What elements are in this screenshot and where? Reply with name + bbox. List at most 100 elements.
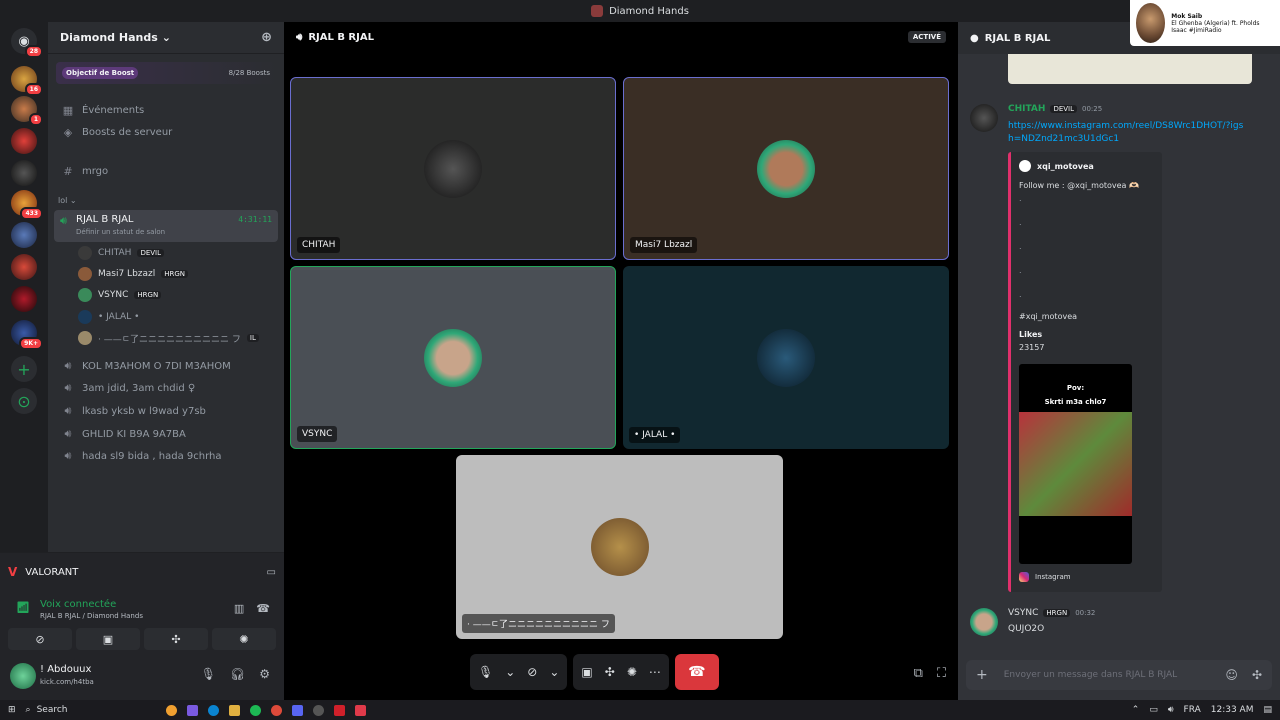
add-member-icon[interactable]: ⊕ (261, 30, 272, 45)
chrome-icon[interactable] (270, 704, 282, 716)
voice-member[interactable]: VSYNC HRGN (78, 286, 162, 304)
discord-icon[interactable] (291, 704, 303, 716)
server-icon[interactable] (11, 286, 37, 312)
microphone-icon[interactable]: 🎙︎ (478, 665, 493, 679)
avatar (757, 139, 815, 198)
chevron-down-icon[interactable]: ⌄ (505, 665, 515, 679)
boost-goal-bar[interactable]: Objectif de Boost 8/28 Boosts (56, 62, 276, 84)
user-info[interactable]: ! Abdouux kick.com/h4tba 🎙︎ 🎧︎ ⚙ (8, 661, 276, 693)
text-channel-mrgo[interactable]: # mrgo (58, 161, 274, 181)
server-icon[interactable] (11, 254, 37, 280)
video-tile-speaking[interactable]: VSYNC (290, 266, 616, 449)
explore-icon[interactable]: ⊙ (11, 388, 37, 414)
video-tile[interactable]: CHITAH (290, 77, 616, 260)
video-tile[interactable]: Masi7 Lbzazl (623, 77, 949, 260)
fullscreen-icon[interactable]: ⛶ (937, 666, 946, 681)
app-icon[interactable] (312, 704, 324, 716)
voice-member[interactable]: Masi7 Lbzazl HRGN (78, 265, 189, 283)
app-icon[interactable] (186, 704, 198, 716)
voice-channel[interactable]: 🔊︎ hada sl9 bida , hada 9chrha (58, 446, 274, 466)
voice-channel-active[interactable]: 🔊︎ RJAL B RJAL Définir un statut de salo… (54, 210, 278, 242)
channel-status[interactable]: Définir un statut de salon (76, 228, 165, 236)
more-icon[interactable]: ⋯ (649, 665, 661, 679)
message-author[interactable]: CHITAH (1008, 104, 1045, 114)
attachment-image[interactable] (1008, 54, 1252, 84)
sidebar-item-boosts[interactable]: ◈ Boosts de serveur (58, 122, 274, 142)
weather-icon[interactable] (165, 704, 177, 716)
game-activity[interactable]: V VALORANT ▭ (8, 561, 276, 583)
voice-status[interactable]: Voix connectée (40, 599, 116, 610)
voice-channel[interactable]: 🔊︎ 3am jdid, 3am chdid ♀ (58, 378, 274, 398)
screen-share-button[interactable]: ▣ (76, 628, 140, 650)
soundboard-icon[interactable]: ✺ (627, 665, 637, 679)
tray-chevron-icon[interactable]: ⌃ (1132, 705, 1140, 715)
server-header[interactable]: Diamond Hands ⌄ ⊕ (48, 22, 284, 54)
message-link[interactable]: https://www.instagram.com/reel/DS8Wrc1DH… (1008, 120, 1248, 146)
apps-icon[interactable]: ✣ (1252, 668, 1262, 682)
app-icon[interactable] (333, 704, 345, 716)
disconnect-button[interactable]: ☎ (674, 654, 719, 690)
user-status: kick.com/h4tba (40, 678, 94, 686)
volume-icon[interactable]: 🔊︎ (1168, 705, 1174, 715)
message-author[interactable]: VSYNC (1008, 608, 1038, 618)
notification-icon[interactable]: ▤ (1263, 705, 1272, 715)
embed-author[interactable]: xqi_motovea (1019, 160, 1094, 172)
server-icon[interactable]: 16 (11, 66, 43, 96)
folder-icon[interactable] (228, 704, 240, 716)
noise-suppression-icon[interactable]: ▥ (234, 602, 244, 615)
voice-channel[interactable]: 🔊︎ lkasb yksb w l9wad y7sb (58, 401, 274, 421)
emoji-icon[interactable]: ☺ (1225, 668, 1238, 682)
server-icon[interactable]: 433 (11, 190, 43, 220)
message-input[interactable]: + Envoyer un message dans RJAL B RJAL ☺ ✣ (966, 660, 1272, 690)
voice-member[interactable]: CHITAH DEVIL (78, 244, 165, 262)
avatar (590, 518, 649, 576)
avatar[interactable] (970, 608, 998, 636)
network-icon[interactable]: ▭ (1149, 705, 1158, 715)
monitor-icon[interactable]: ▭ (267, 567, 276, 578)
server-icon[interactable] (11, 128, 37, 154)
video-tile[interactable]: • JALAL • (623, 266, 949, 449)
avatar (78, 267, 92, 281)
edge-icon[interactable] (207, 704, 219, 716)
server-folder-icon[interactable]: 9K+ (11, 320, 43, 350)
server-icon[interactable] (11, 222, 37, 248)
server-icon[interactable]: 1 (11, 96, 43, 126)
microphone-icon[interactable]: 🎙︎ (201, 667, 216, 681)
signal-icon[interactable]: 📶︎ (16, 601, 30, 614)
spotify-icon[interactable] (249, 704, 261, 716)
voice-member[interactable]: • JALAL • (78, 308, 139, 326)
add-attachment-icon[interactable]: + (976, 667, 988, 683)
member-name: CHITAH (98, 248, 132, 258)
activities-button[interactable]: ✣ (144, 628, 208, 650)
stream-preview[interactable]: Mok Saib El Ghenba (Algeria) ft. Pholds … (1130, 0, 1280, 46)
video-tile[interactable]: · ——ㄷ了ニニニニニニニニニニ フ (456, 455, 783, 639)
voice-member[interactable]: · ——ㄷ了ニニニニニニニニニニ フ IL (78, 329, 259, 347)
camera-off-button[interactable]: ⊘ (8, 628, 72, 650)
activities-icon[interactable]: ✣ (605, 665, 615, 679)
popout-icon[interactable]: ⧉ (914, 666, 923, 681)
channel-name: hada sl9 bida , hada 9chrha (82, 450, 222, 462)
valorant-icon[interactable] (354, 704, 366, 716)
server-icon[interactable] (11, 160, 37, 186)
clock[interactable]: 12:33 AM (1211, 705, 1254, 715)
disconnect-icon[interactable]: ☎ (256, 602, 270, 615)
headphones-icon[interactable]: 🎧︎ (230, 667, 245, 681)
soundboard-button[interactable]: ✺ (212, 628, 276, 650)
voice-channel[interactable]: 🔊︎ KOL M3AHOM O 7DI M3AHOM (58, 356, 274, 376)
sidebar-item-events[interactable]: ▦ Événements (58, 100, 274, 120)
taskbar-search[interactable]: ⌕ Search (26, 705, 156, 715)
discord-home-icon[interactable]: ◉ 28 (11, 28, 43, 58)
avatar[interactable] (970, 104, 998, 132)
activity-badge[interactable]: ACTIVÉ (907, 31, 946, 43)
screen-share-icon[interactable]: ▣ (581, 665, 592, 679)
add-server-icon[interactable]: + (11, 356, 37, 382)
embed-video[interactable]: Pov: Skrti m3a chlo7 (1019, 364, 1132, 564)
camera-off-icon[interactable]: ⊘ (527, 665, 537, 679)
voice-channel[interactable]: 🔊︎ GHLID KI B9A 9A7BA (58, 424, 274, 444)
gear-icon[interactable]: ⚙ (259, 667, 270, 681)
windows-icon[interactable]: ⊞ (8, 705, 16, 715)
language-indicator[interactable]: FRA (1184, 705, 1201, 715)
category-lol[interactable]: lol ⌄ (58, 196, 77, 205)
embed-hashtag: #xqi_motovea (1019, 312, 1078, 321)
chevron-down-icon[interactable]: ⌄ (549, 665, 559, 679)
